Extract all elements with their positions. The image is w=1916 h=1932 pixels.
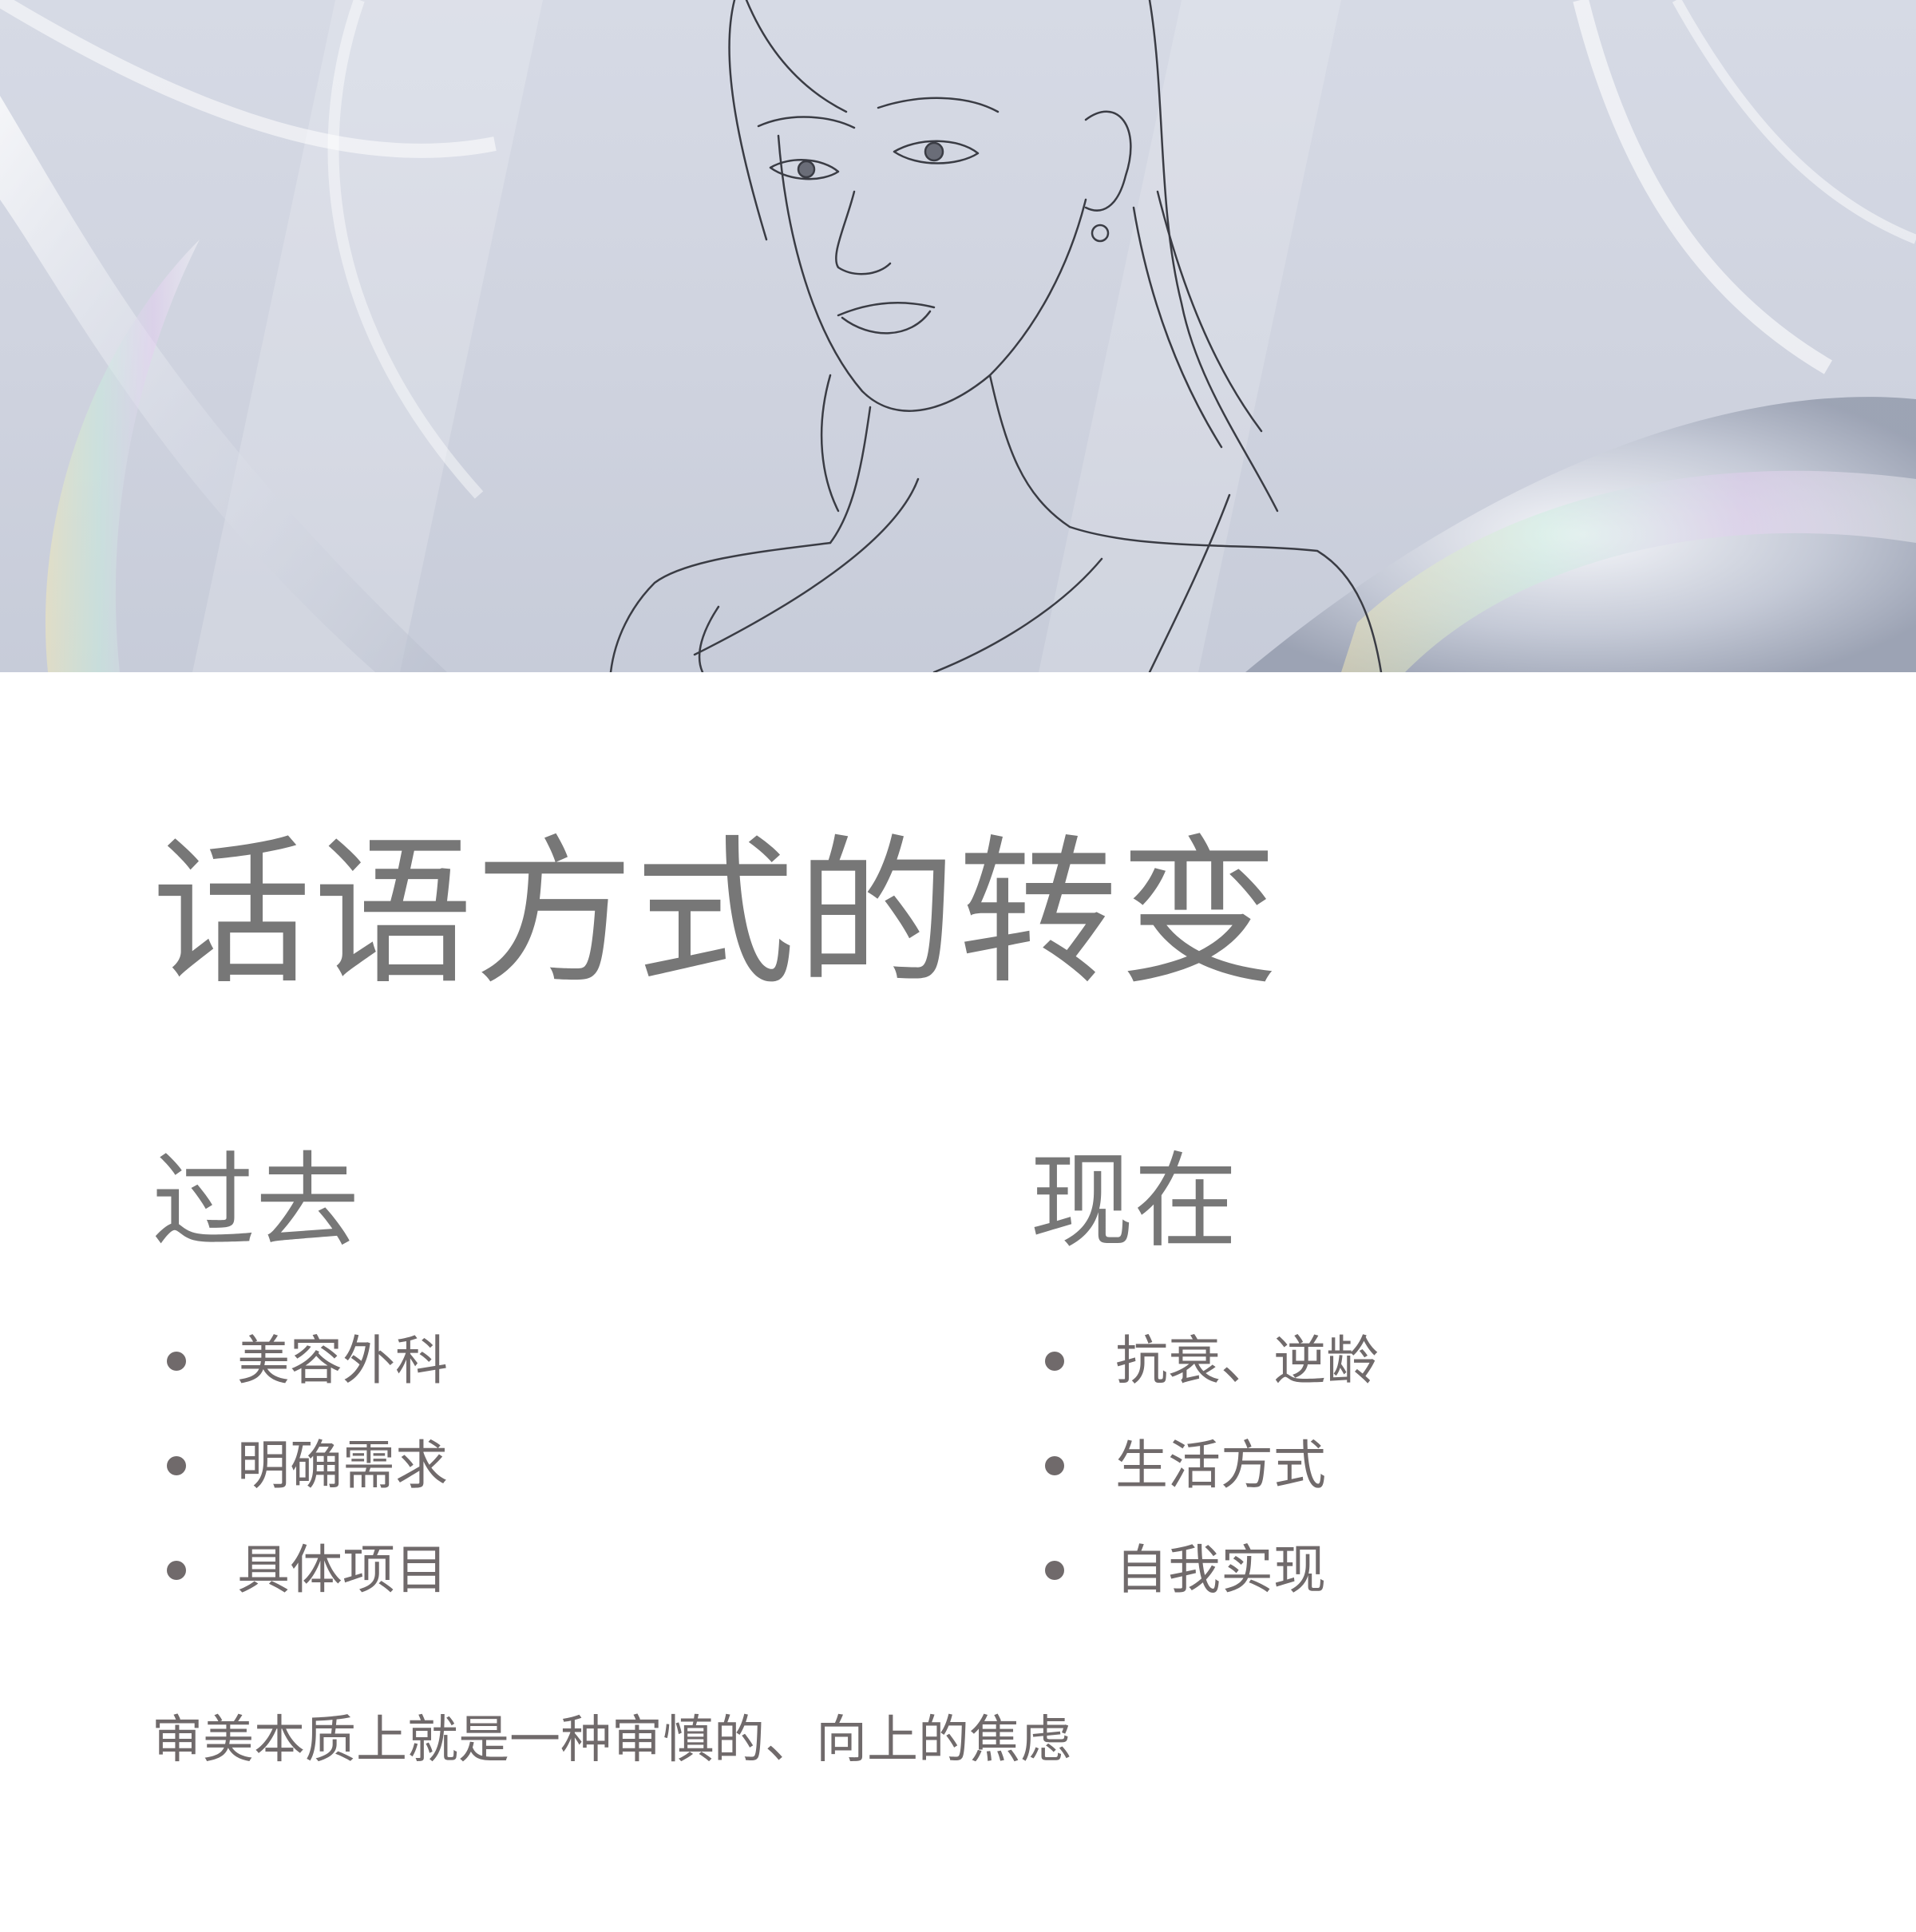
list-item-text: 明确需求 (237, 1435, 448, 1496)
list-item-text: 具体项目 (237, 1539, 448, 1601)
bullet-icon (1045, 1352, 1064, 1371)
bullet-icon (1045, 1456, 1064, 1475)
bullet-icon (1045, 1561, 1064, 1580)
bullet-icon (167, 1352, 186, 1371)
past-heading: 过去 (152, 1141, 360, 1262)
footer-note: 审美本质上就是一种审慎的、向上的焦虑 (152, 1711, 1071, 1770)
list-item-text: 自我实现 (1115, 1539, 1326, 1601)
present-heading: 现在 (1030, 1141, 1238, 1262)
hero-illustration (0, 0, 1916, 672)
slide-page: 话语方式的转变 过去 现在 美容外科 明确需求 具体项目 抗衰、逆龄 生活方式 … (0, 0, 1916, 1932)
bullet-icon (167, 1561, 186, 1580)
page-title: 话语方式的转变 (152, 821, 1281, 1007)
list-item-text: 生活方式 (1115, 1435, 1326, 1496)
hero-artwork (0, 0, 1916, 672)
list-item-text: 美容外科 (237, 1330, 448, 1392)
list-item-text: 抗衰、逆龄 (1115, 1330, 1379, 1392)
bullet-icon (167, 1456, 186, 1475)
